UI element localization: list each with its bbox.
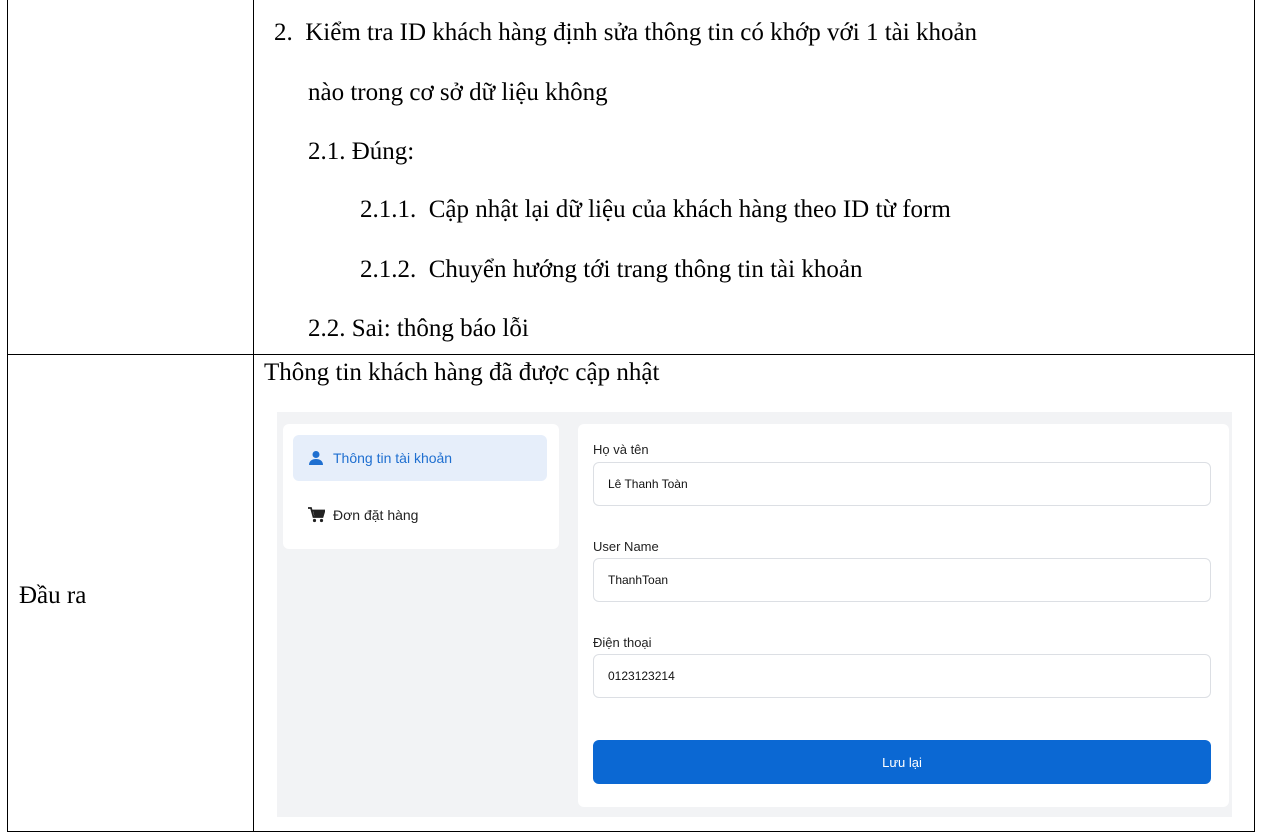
user-icon: [307, 449, 325, 467]
phone-label: Điện thoại: [593, 635, 652, 650]
step-2-text: 2. Kiểm tra ID khách hàng định sửa thông…: [274, 19, 978, 46]
username-label: User Name: [593, 539, 659, 554]
step-2-1-text: 2.1. Đúng:: [308, 138, 415, 165]
table-border-left: [7, 0, 8, 832]
account-page-screenshot: Thông tin tài khoản Đơn đặt hàng Họ và t…: [277, 412, 1232, 817]
cart-icon: [307, 506, 325, 524]
output-row-label: Đầu ra: [19, 582, 87, 609]
phone-input[interactable]: [593, 654, 1211, 698]
full-name-input[interactable]: [593, 462, 1211, 506]
save-button[interactable]: Lưu lại: [593, 740, 1211, 784]
step-2-1-1-text: 2.1.1. Cập nhật lại dữ liệu của khách hà…: [360, 196, 951, 223]
step-2-2-text: 2.2. Sai: thông báo lỗi: [308, 315, 529, 342]
step-2-1-2-text: 2.1.2. Chuyển hướng tới trang thông tin …: [360, 256, 863, 283]
step-2-continuation: nào trong cơ sở dữ liệu không: [308, 79, 608, 106]
full-name-label: Họ và tên: [593, 442, 649, 457]
table-border-right: [1254, 0, 1255, 832]
table-row-divider: [7, 354, 1255, 355]
sidebar-item-orders[interactable]: Đơn đặt hàng: [293, 492, 547, 538]
account-form: Họ và tên User Name Điện thoại Lưu lại: [578, 424, 1229, 807]
sidebar-item-label: Thông tin tài khoản: [333, 450, 453, 466]
account-sidebar: Thông tin tài khoản Đơn đặt hàng: [283, 424, 559, 549]
output-description: Thông tin khách hàng đã được cập nhật: [264, 359, 660, 386]
sidebar-item-account-info[interactable]: Thông tin tài khoản: [293, 435, 547, 481]
username-input[interactable]: [593, 558, 1211, 602]
table-border-middle: [253, 0, 254, 832]
sidebar-item-label: Đơn đặt hàng: [333, 507, 419, 523]
